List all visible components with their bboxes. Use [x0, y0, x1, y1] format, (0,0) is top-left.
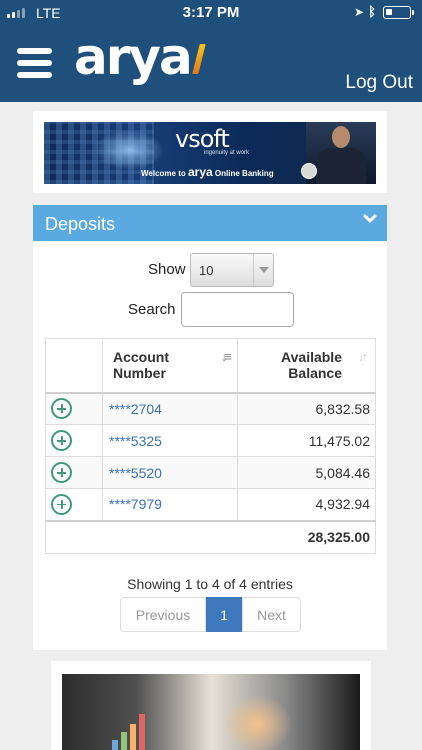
hand-graphic	[222, 694, 292, 750]
expand-row-icon[interactable]	[51, 430, 72, 451]
table-row: ****7979 4,932.94	[45, 488, 376, 521]
menu-icon[interactable]	[17, 48, 52, 78]
sort-desc-icon: ↓≡	[220, 349, 232, 364]
expand-row-icon[interactable]	[51, 398, 72, 420]
table-row: ****5325 11,475.02	[45, 424, 376, 457]
expand-row-icon[interactable]	[51, 462, 72, 483]
app-logo: arya	[74, 28, 193, 86]
previous-page-button[interactable]: Previous	[120, 597, 206, 632]
vsoft-logo: vsoft	[175, 125, 230, 153]
deposits-table: Account Number ↓≡ Available Balance ↓↑ *…	[45, 338, 376, 554]
banner-card: vsoft ingenuity at work Welcome to arya …	[33, 111, 387, 193]
account-link[interactable]: ****2704	[109, 401, 162, 417]
show-label: Show	[148, 261, 186, 278]
welcome-text: Welcome to arya Online Banking	[141, 165, 274, 179]
total-row: 28,325.00	[45, 519, 376, 554]
chart-graphic	[112, 704, 152, 750]
welcome-brand: arya	[187, 165, 213, 179]
chevron-down-icon[interactable]	[362, 211, 378, 227]
balance-cell: 11,475.02	[237, 424, 376, 457]
dropdown-arrow-icon	[253, 254, 273, 286]
balance-cell: 5,084.46	[237, 456, 376, 489]
expand-row-icon[interactable]	[51, 493, 72, 515]
pagination: Previous 1 Next	[120, 597, 301, 632]
account-link[interactable]: ****7979	[109, 496, 162, 512]
bluetooth-icon: ᛒ	[368, 4, 376, 19]
welcome-suffix: Online Banking	[214, 169, 274, 178]
banner-glow	[94, 130, 164, 170]
balance-cell: 4,932.94	[237, 488, 376, 521]
status-bar: LTE 3:17 PM ➤ ᛒ	[0, 0, 422, 26]
page-size-select[interactable]: 10	[190, 253, 274, 287]
deposits-panel: Deposits Show 10 Search Account Number ↓…	[33, 205, 387, 650]
page-1-button[interactable]: 1	[206, 597, 242, 632]
vsoft-tagline: ingenuity at work	[204, 150, 250, 156]
battery-icon	[383, 6, 414, 19]
welcome-banner: vsoft ingenuity at work Welcome to arya …	[44, 122, 376, 184]
welcome-prefix: Welcome to	[141, 169, 186, 178]
search-label: Search	[128, 301, 176, 318]
account-number-header[interactable]: Account Number ↓≡	[102, 338, 238, 394]
next-page-button[interactable]: Next	[242, 597, 301, 632]
sort-icon: ↓↑	[358, 349, 368, 364]
page-size-value: 10	[199, 263, 214, 278]
search-input[interactable]	[181, 292, 294, 327]
table-row: ****5520 5,084.46	[45, 456, 376, 489]
logo-accent	[192, 44, 206, 74]
banner-businessman-image	[306, 122, 376, 184]
location-icon: ➤	[353, 5, 364, 19]
promo-image	[62, 674, 360, 750]
app-header: arya Log Out	[0, 26, 422, 102]
account-link[interactable]: ****5325	[109, 433, 162, 449]
banner-avatar	[301, 163, 317, 179]
deposits-panel-header[interactable]: Deposits	[33, 205, 387, 241]
panel-title: Deposits	[45, 214, 116, 234]
promo-card	[51, 661, 371, 750]
balance-cell: 6,832.58	[237, 392, 376, 425]
available-balance-header[interactable]: Available Balance ↓↑	[237, 338, 376, 394]
table-info: Showing 1 to 4 of 4 entries	[127, 576, 293, 592]
logout-link[interactable]: Log Out	[345, 72, 413, 94]
expand-column-header	[45, 338, 103, 394]
table-row: ****2704 6,832.58	[45, 392, 376, 425]
total-balance: 28,325.00	[45, 519, 376, 554]
account-link[interactable]: ****5520	[109, 465, 162, 481]
